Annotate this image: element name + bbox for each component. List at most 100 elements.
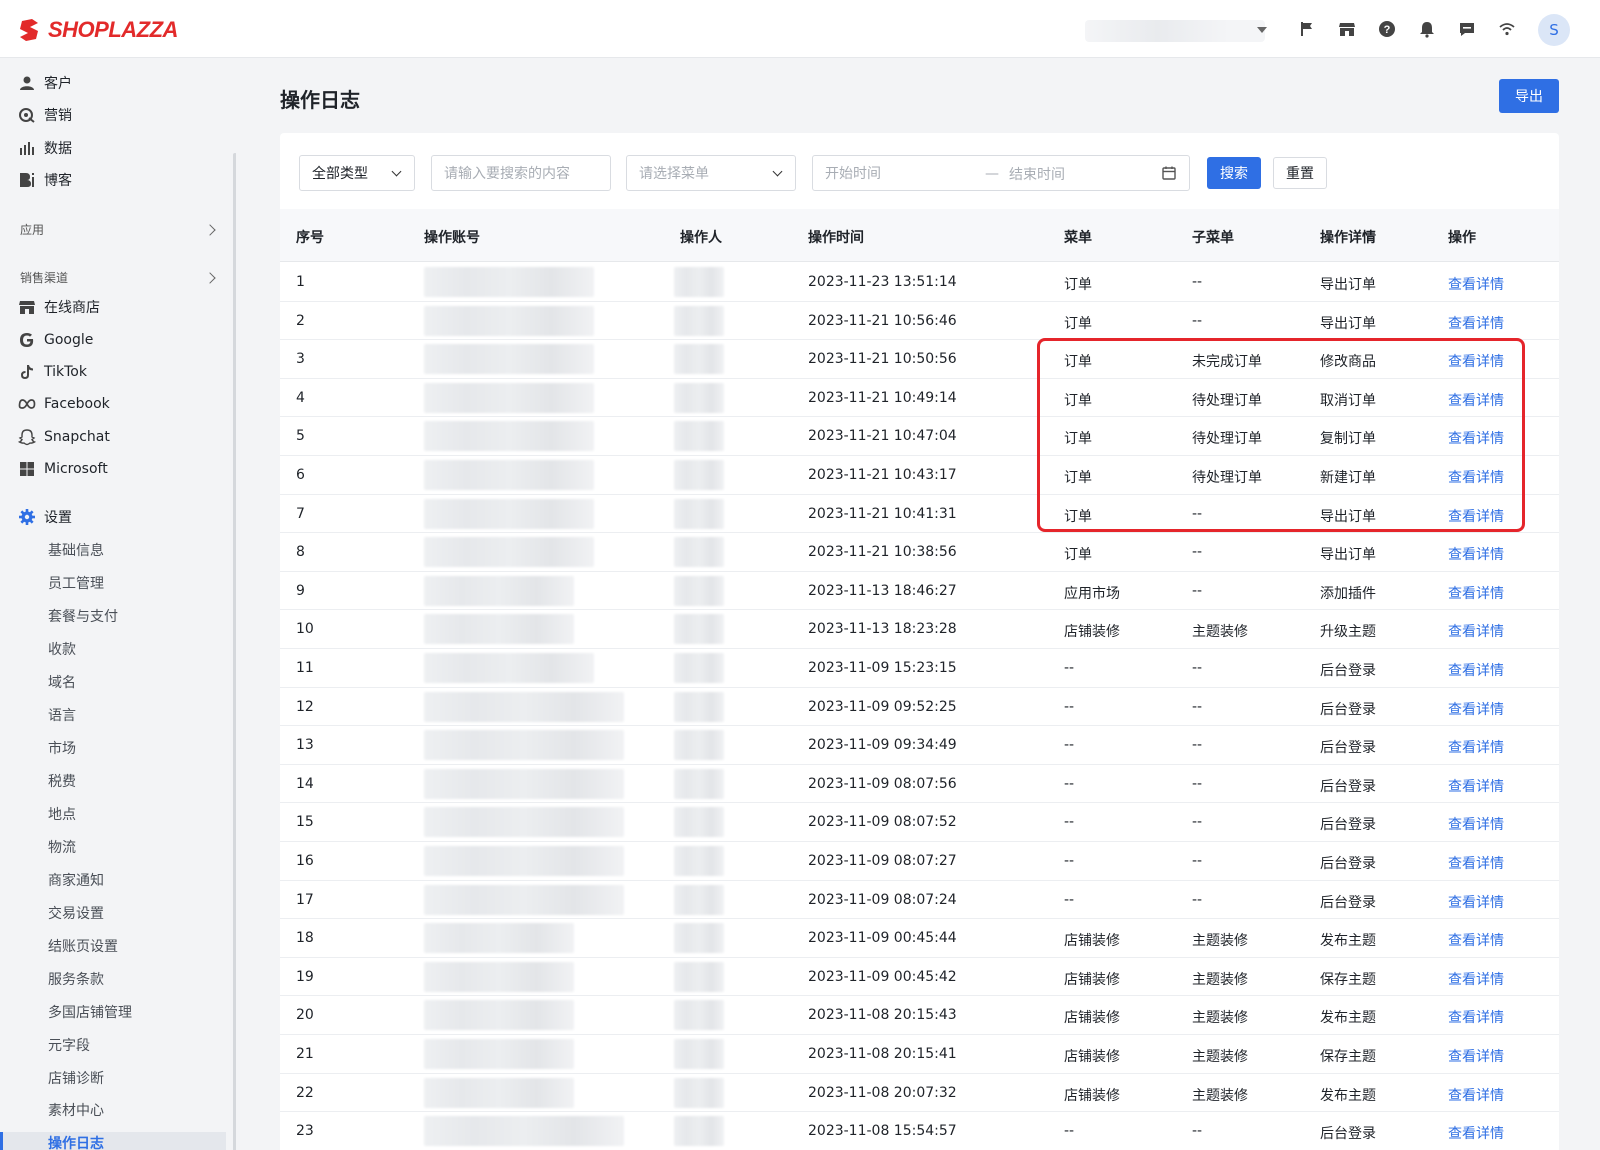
sidebar-item-label: 在线商店	[44, 300, 100, 316]
view-details-link[interactable]: 查看详情	[1448, 660, 1504, 680]
sidebar-item-facebook[interactable]: Facebook	[0, 389, 230, 419]
sidebar-settings-item[interactable]: 收款	[48, 634, 76, 664]
search-button[interactable]: 搜索	[1207, 157, 1261, 189]
sidebar-settings-item[interactable]: 市场	[48, 733, 76, 763]
sidebar-settings-item[interactable]: 物流	[48, 832, 76, 862]
redacted-operator	[674, 305, 724, 336]
view-details-link[interactable]: 查看详情	[1448, 1085, 1504, 1105]
cell-time: 2023-11-21 10:43:17	[808, 467, 957, 483]
cell-submenu: --	[1192, 1123, 1203, 1140]
end-time-placeholder[interactable]: 结束时间	[1009, 164, 1065, 184]
sidebar-item-microsoft[interactable]: Microsoft	[0, 454, 230, 484]
top-bar: SHOPLAZZA ? S	[0, 0, 1600, 58]
cell-menu: 订单	[1064, 354, 1092, 371]
search-input[interactable]: 请输入要搜索的内容	[431, 155, 611, 191]
sidebar-scrollbar[interactable]	[233, 153, 236, 1150]
shoplazza-logo[interactable]: SHOPLAZZA	[18, 16, 178, 44]
sidebar-item-online-store[interactable]: 在线商店	[0, 292, 230, 322]
column-header-account: 操作账号	[424, 230, 480, 246]
view-details-link[interactable]: 查看详情	[1448, 274, 1504, 294]
wifi-icon[interactable]	[1497, 19, 1517, 39]
cell-menu: 订单	[1064, 547, 1092, 564]
sidebar-settings-item[interactable]: 店铺诊断	[48, 1063, 104, 1093]
caret-down-icon[interactable]	[1257, 27, 1267, 33]
sidebar-settings-item[interactable]: 域名	[48, 667, 76, 697]
store-icon[interactable]	[1337, 19, 1357, 39]
sidebar-item-blog[interactable]: 博客	[0, 165, 230, 195]
store-selector[interactable]	[1085, 20, 1265, 42]
date-range-picker[interactable]: 开始时间 — 结束时间	[812, 155, 1190, 191]
cell-detail: 保存主题	[1320, 1049, 1376, 1065]
sidebar-settings-item[interactable]: 基础信息	[48, 535, 104, 565]
view-details-link[interactable]: 查看详情	[1448, 776, 1504, 796]
cell-no: 12	[296, 698, 314, 715]
view-details-link[interactable]: 查看详情	[1448, 1123, 1504, 1143]
view-details-link[interactable]: 查看详情	[1448, 1046, 1504, 1066]
view-details-link[interactable]: 查看详情	[1448, 699, 1504, 719]
sidebar-item-marketing[interactable]: 营销	[0, 100, 230, 130]
sidebar-settings-item[interactable]: 税费	[48, 766, 76, 796]
export-button[interactable]: 导出	[1499, 79, 1559, 113]
table-row: 14 2023-11-09 08:07:56 -- -- 后台登录 查看详情	[280, 765, 1559, 804]
view-details-link[interactable]: 查看详情	[1448, 853, 1504, 873]
view-details-link[interactable]: 查看详情	[1448, 621, 1504, 641]
avatar[interactable]: S	[1538, 14, 1570, 46]
chevron-down-icon	[772, 166, 783, 177]
reset-button[interactable]: 重置	[1273, 157, 1327, 189]
cell-detail: 导出订单	[1320, 277, 1376, 293]
view-details-link[interactable]: 查看详情	[1448, 1007, 1504, 1027]
redacted-operator	[674, 421, 724, 452]
cell-menu: 订单	[1064, 315, 1092, 332]
view-details-link[interactable]: 查看详情	[1448, 814, 1504, 834]
sidebar-settings-item[interactable]: 套餐与支付	[48, 601, 118, 631]
view-details-link[interactable]: 查看详情	[1448, 313, 1504, 333]
table-row: 23 2023-11-08 15:54:57 -- -- 后台登录 查看详情	[280, 1112, 1559, 1150]
flag-icon[interactable]	[1297, 19, 1317, 39]
view-details-link[interactable]: 查看详情	[1448, 390, 1504, 410]
sidebar-settings-item[interactable]: 地点	[48, 799, 76, 829]
view-details-link[interactable]: 查看详情	[1448, 583, 1504, 603]
sidebar-item-google[interactable]: Google	[0, 325, 230, 355]
sidebar-item-settings[interactable]: 设置	[0, 502, 230, 532]
type-select[interactable]: 全部类型	[299, 155, 415, 191]
cell-time: 2023-11-09 09:34:49	[808, 737, 957, 754]
view-details-link[interactable]: 查看详情	[1448, 892, 1504, 912]
view-details-link[interactable]: 查看详情	[1448, 506, 1504, 526]
menu-select[interactable]: 请选择菜单	[626, 155, 796, 191]
cell-detail: 导出订单	[1320, 547, 1376, 564]
bell-icon[interactable]	[1417, 19, 1437, 39]
sidebar-settings-item[interactable]: 结账页设置	[48, 931, 118, 961]
sidebar-settings-item[interactable]: 多国店铺管理	[48, 997, 132, 1027]
sidebar-settings-item[interactable]: 服务条款	[48, 964, 104, 994]
chevron-right-icon[interactable]	[204, 272, 216, 284]
cell-no: 21	[296, 1046, 314, 1062]
view-details-link[interactable]: 查看详情	[1448, 737, 1504, 757]
cell-menu: --	[1064, 1123, 1075, 1140]
sidebar-item-tiktok[interactable]: TikTok	[0, 357, 230, 387]
view-details-link[interactable]: 查看详情	[1448, 428, 1504, 448]
view-details-link[interactable]: 查看详情	[1448, 969, 1504, 989]
sidebar-settings-item[interactable]: 交易设置	[48, 898, 104, 928]
sidebar-settings-item[interactable]: 语言	[48, 700, 76, 730]
message-icon[interactable]	[1457, 19, 1477, 39]
sidebar-settings-item[interactable]: 素材中心	[48, 1095, 104, 1125]
chevron-right-icon[interactable]	[204, 224, 216, 236]
view-details-link[interactable]: 查看详情	[1448, 467, 1504, 487]
sidebar-settings-item[interactable]: 操作日志	[48, 1128, 104, 1150]
redacted-account	[424, 267, 594, 297]
apps-section-title[interactable]: 应用	[20, 221, 44, 238]
sidebar-settings-item[interactable]: 商家通知	[48, 865, 104, 895]
sidebar-item-customers[interactable]: 客户	[0, 68, 230, 98]
redacted-account	[424, 421, 594, 452]
table-row: 22 2023-11-08 20:07:32 店铺装修 主题装修 发布主题 查看详情	[280, 1074, 1559, 1113]
channels-section-title[interactable]: 销售渠道	[20, 269, 68, 286]
view-details-link[interactable]: 查看详情	[1448, 351, 1504, 371]
start-time-placeholder[interactable]: 开始时间	[825, 163, 881, 183]
help-icon[interactable]: ?	[1377, 19, 1397, 39]
view-details-link[interactable]: 查看详情	[1448, 544, 1504, 564]
sidebar-item-data[interactable]: 数据	[0, 133, 230, 163]
sidebar-settings-item[interactable]: 元字段	[48, 1030, 90, 1060]
sidebar-settings-item[interactable]: 员工管理	[48, 568, 104, 598]
sidebar-item-snapchat[interactable]: Snapchat	[0, 422, 230, 452]
view-details-link[interactable]: 查看详情	[1448, 930, 1504, 950]
